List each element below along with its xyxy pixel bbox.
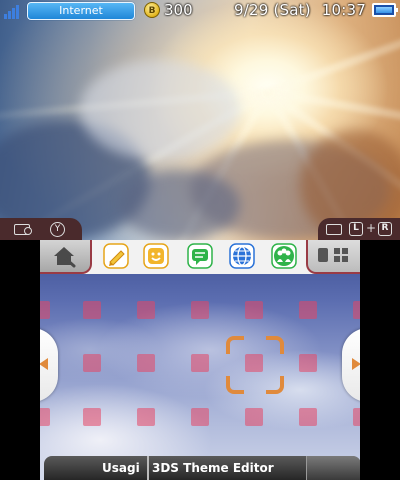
- app-title: 3DS Theme Editor: [152, 461, 274, 475]
- app-slot[interactable]: [83, 408, 101, 426]
- notes-pencil-icon[interactable]: [102, 242, 130, 270]
- friends-list-icon[interactable]: [270, 242, 298, 270]
- system-settings-button[interactable]: [40, 240, 92, 274]
- app-slot[interactable]: [353, 408, 360, 426]
- cursor-corner: [266, 336, 284, 354]
- app-slot[interactable]: [191, 408, 209, 426]
- small-icons-view-icon[interactable]: [318, 248, 328, 262]
- title-divider: [147, 456, 149, 480]
- top-screen: Internet B 300 9/29 (Sat) 10:37 Y L + R: [0, 0, 400, 240]
- wifi-signal-icon: [4, 3, 22, 19]
- grid-view-icon[interactable]: [334, 248, 348, 262]
- y-button-icon: Y: [50, 222, 65, 237]
- app-slot[interactable]: [40, 301, 50, 319]
- date-time-display: 9/29 (Sat) 10:37: [234, 1, 366, 19]
- icon-view-toggle[interactable]: [306, 240, 360, 274]
- app-slot[interactable]: [137, 301, 155, 319]
- user-name: Usagi: [102, 461, 140, 475]
- cloud: [80, 60, 240, 160]
- miiverse-smiley-icon[interactable]: [142, 242, 170, 270]
- app-slot[interactable]: [40, 408, 50, 426]
- app-slot[interactable]: [299, 301, 317, 319]
- time-text: 10:37: [321, 1, 366, 19]
- scroll-left-button[interactable]: [40, 328, 58, 402]
- arrow-left-icon: [40, 358, 48, 370]
- chat-bubble-icon[interactable]: [186, 242, 214, 270]
- cursor-corner: [266, 376, 284, 394]
- camera-y-button-tab[interactable]: Y: [0, 218, 82, 240]
- app-slot[interactable]: [83, 354, 101, 372]
- r-button-icon: R: [378, 222, 392, 236]
- play-coin-icon: B: [144, 2, 160, 18]
- app-slot[interactable]: [299, 408, 317, 426]
- settings-house-wrench-icon: [54, 247, 76, 268]
- app-slot[interactable]: [83, 301, 101, 319]
- app-slot[interactable]: [191, 354, 209, 372]
- screenshot-lr-button-tab[interactable]: L + R: [318, 218, 400, 240]
- date-text: 9/29 (Sat): [234, 1, 311, 19]
- app-slot[interactable]: [299, 354, 317, 372]
- title-bar: Usagi 3DS Theme Editor: [40, 454, 360, 480]
- internet-connection-badge: Internet: [27, 2, 135, 20]
- app-slot[interactable]: [353, 301, 360, 319]
- app-slot[interactable]: [137, 354, 155, 372]
- battery-icon: [372, 3, 398, 17]
- app-slot[interactable]: [137, 408, 155, 426]
- app-slot[interactable]: [191, 301, 209, 319]
- cursor-corner: [226, 376, 244, 394]
- top-toolbar: [40, 240, 360, 274]
- play-coin-count: 300: [164, 1, 193, 19]
- arrow-right-icon: [352, 358, 360, 370]
- app-slot[interactable]: [245, 408, 263, 426]
- scroll-right-button[interactable]: [342, 328, 360, 402]
- l-button-icon: L: [349, 222, 363, 236]
- camera-lens-icon: [24, 227, 32, 235]
- bottom-screen: Usagi 3DS Theme Editor: [40, 240, 360, 480]
- camera-icon: [326, 224, 342, 235]
- internet-browser-icon[interactable]: [228, 242, 256, 270]
- title-bar-end-cap: [306, 456, 360, 480]
- app-slot[interactable]: [245, 301, 263, 319]
- cloud: [120, 170, 240, 240]
- plus-sign: +: [366, 221, 377, 235]
- cursor-corner: [226, 336, 244, 354]
- app-slot-selected[interactable]: [245, 354, 263, 372]
- status-bar: Internet B 300 9/29 (Sat) 10:37: [0, 0, 400, 22]
